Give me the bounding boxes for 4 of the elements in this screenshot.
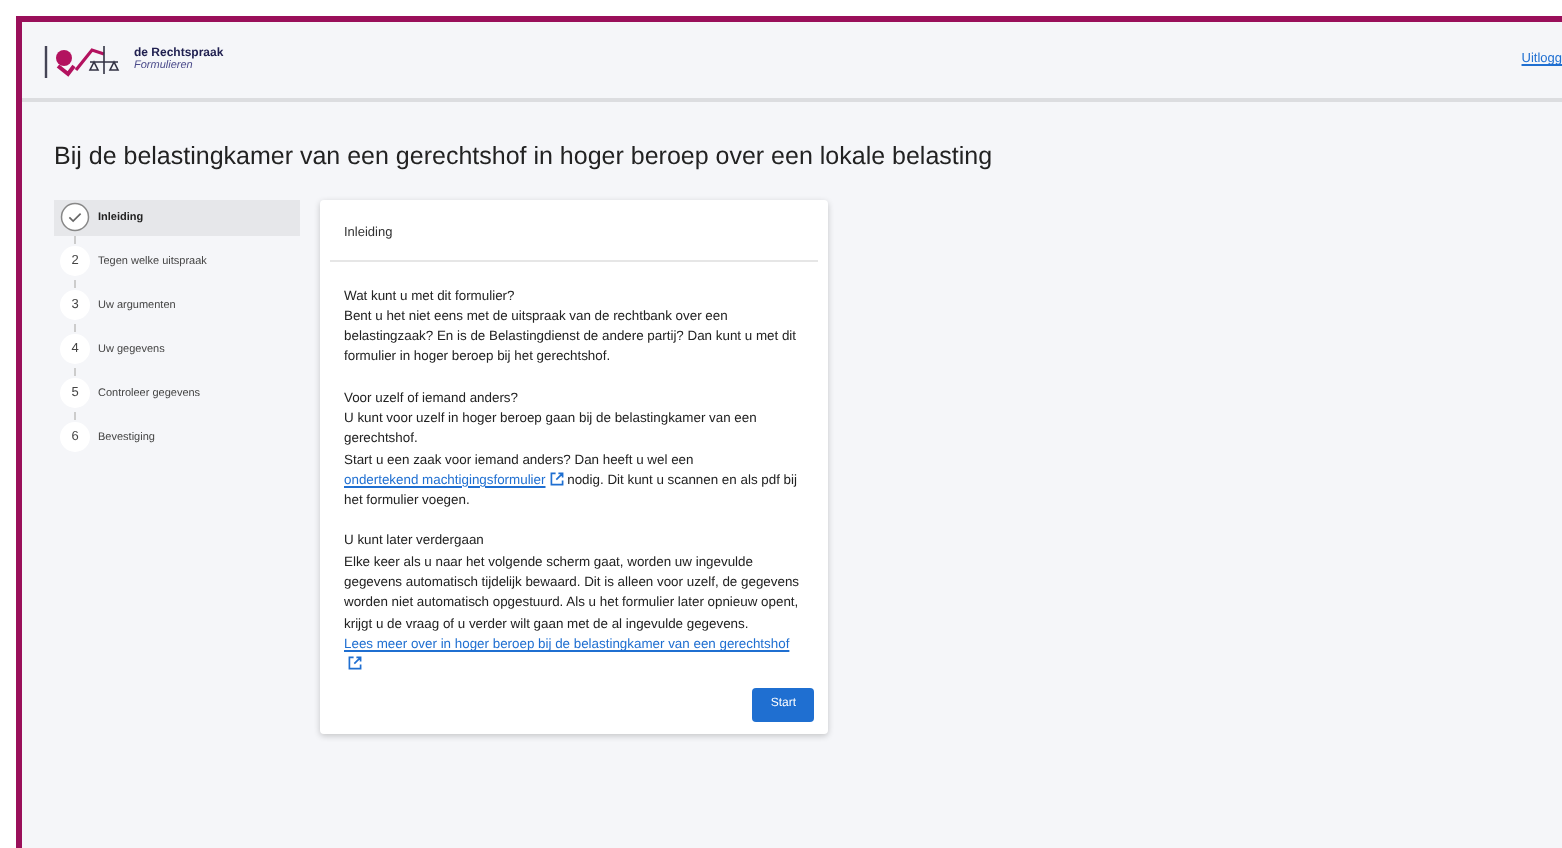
check-circle-icon [60, 202, 90, 233]
page-title: Bij de belastingkamer van een gerechtshof in hoger beroep over een lokale belasting [54, 140, 995, 174]
external-link-icon [549, 471, 564, 486]
external-link-icon [348, 656, 362, 671]
